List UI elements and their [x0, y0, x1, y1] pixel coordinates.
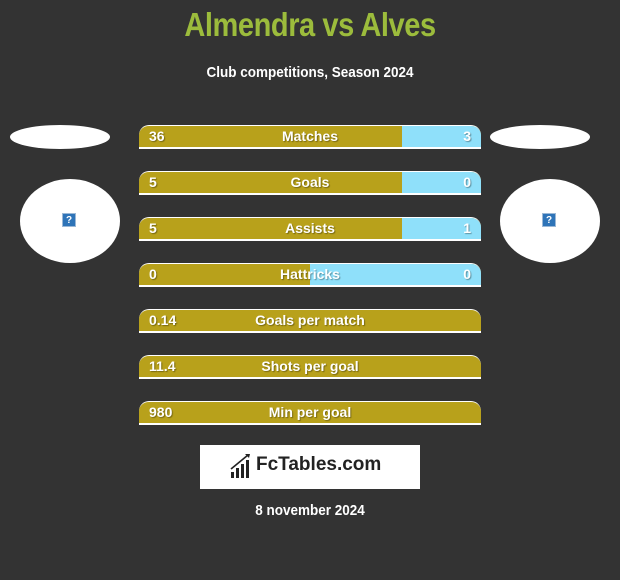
stat-row-hattricks: Hattricks 0 0	[139, 263, 481, 287]
stat-row-goals: Goals 5 0	[139, 171, 481, 195]
right-value: 0	[463, 266, 471, 282]
left-value: 0.14	[149, 312, 177, 328]
competition-subtitle: Club competitions, Season 2024	[206, 64, 414, 81]
stat-label: Goals	[290, 174, 330, 190]
stat-label: Min per goal	[268, 404, 352, 420]
stat-row-goals-per-match: Goals per match 0.14	[139, 309, 481, 333]
bar-chart-logo-icon	[230, 454, 250, 478]
page-title: Almendra vs Alves	[184, 6, 436, 43]
stat-row-matches: Matches 36 3	[139, 125, 481, 149]
right-player-avatar: ?	[500, 179, 600, 263]
stat-label: Hattricks	[280, 266, 340, 282]
stat-label: Matches	[281, 128, 339, 144]
left-value: 5	[149, 220, 157, 236]
right-player-name-oval	[490, 125, 590, 149]
stat-label: Shots per goal	[261, 358, 359, 374]
report-date: 8 november 2024	[255, 502, 365, 519]
left-value: 36	[149, 128, 165, 144]
left-value: 980	[149, 404, 173, 420]
right-value: 3	[463, 128, 471, 144]
stat-row-shots-per-goal: Shots per goal 11.4	[139, 355, 481, 379]
broken-image-icon: ?	[542, 213, 556, 227]
left-value: 11.4	[149, 358, 176, 374]
left-value: 5	[149, 174, 157, 190]
stat-label: Goals per match	[255, 312, 365, 328]
fctables-logo[interactable]: FcTables.com	[200, 445, 420, 489]
logo-text: FcTables.com	[256, 454, 382, 475]
right-value: 0	[463, 174, 471, 190]
left-player-name-oval	[10, 125, 110, 149]
stat-label: Assists	[285, 220, 335, 236]
stat-row-min-per-goal: Min per goal 980	[139, 401, 481, 425]
stat-row-assists: Assists 5 1	[139, 217, 481, 241]
broken-image-icon: ?	[62, 213, 76, 227]
left-player-avatar: ?	[20, 179, 120, 263]
left-value: 0	[149, 266, 157, 282]
right-value: 1	[463, 220, 471, 236]
